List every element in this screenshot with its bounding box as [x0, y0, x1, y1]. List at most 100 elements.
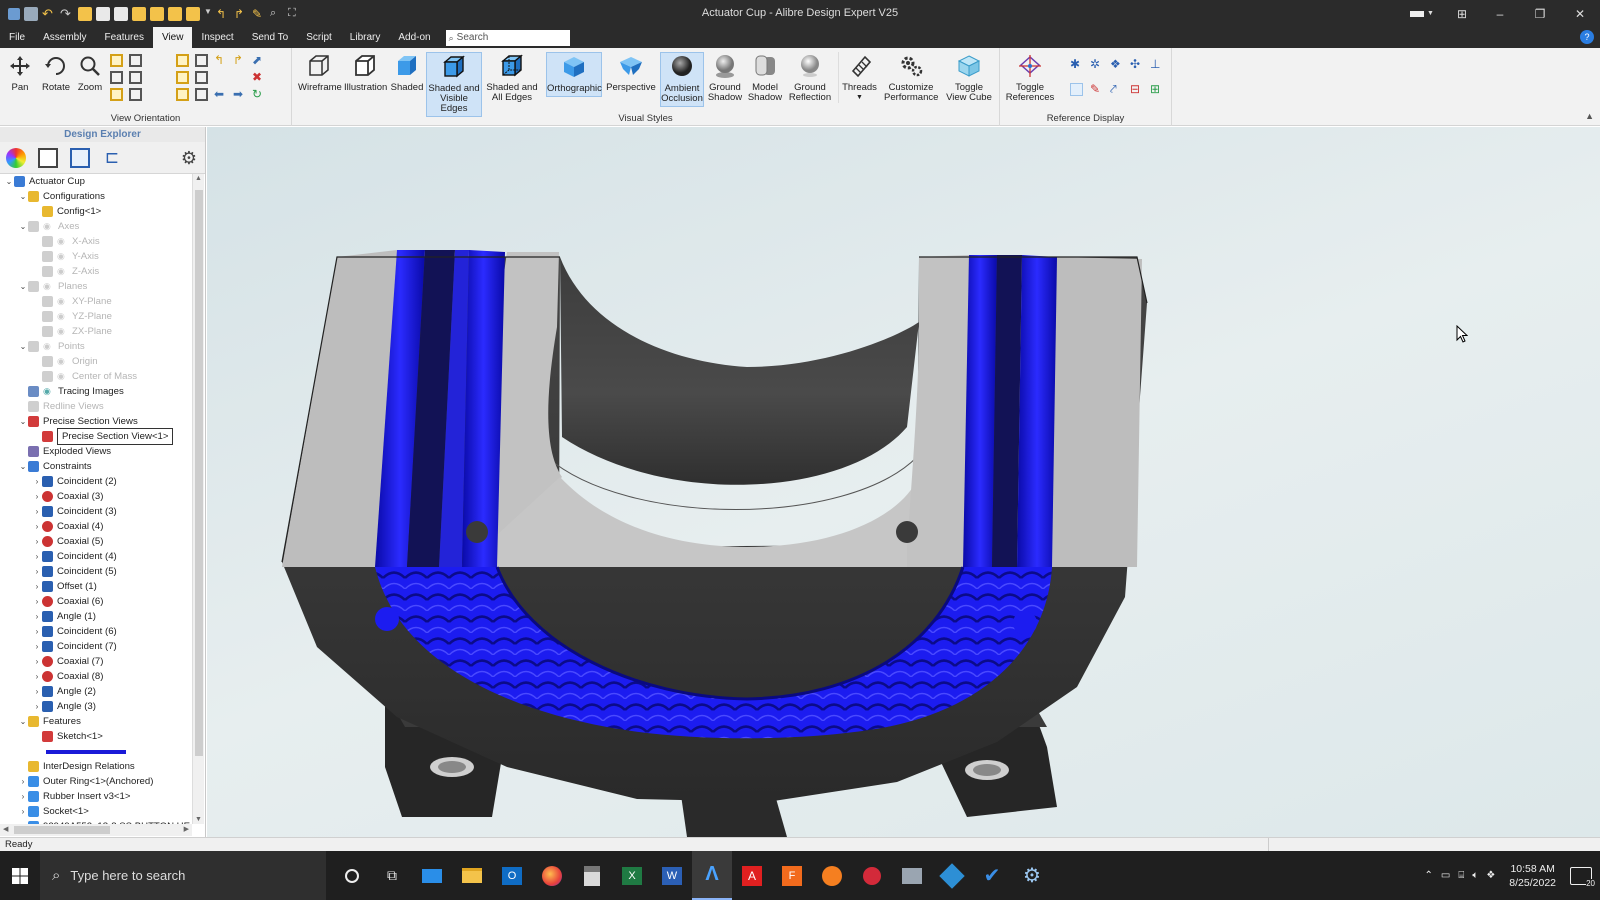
- tree-node[interactable]: ⌄ Configurations: [0, 189, 192, 204]
- word-icon[interactable]: W: [652, 851, 692, 900]
- tree-node[interactable]: ⌄ Actuator Cup: [0, 174, 192, 189]
- left-view-icon[interactable]: [110, 71, 123, 84]
- expand-chevron-icon[interactable]: ›: [32, 639, 42, 654]
- dimension-visible-icon[interactable]: ⊟: [1130, 83, 1143, 96]
- tree-node[interactable]: Exploded Views: [0, 444, 192, 459]
- dropdown-icon[interactable]: ▼: [204, 7, 212, 21]
- expand-chevron-icon[interactable]: ›: [32, 609, 42, 624]
- tree-node[interactable]: › Coincident (5): [0, 564, 192, 579]
- tab-inspect[interactable]: Inspect: [192, 27, 242, 48]
- collapse-chevron-icon[interactable]: ⌄: [18, 414, 28, 429]
- tree-structure-icon[interactable]: ⊏: [102, 148, 122, 168]
- collapse-chevron-icon[interactable]: ⌄: [18, 279, 28, 294]
- visibility-eye-icon[interactable]: ◉: [57, 251, 68, 262]
- tree-node[interactable]: ⌄ Features: [0, 714, 192, 729]
- custom-view-icon[interactable]: [176, 88, 189, 101]
- cube-app-icon[interactable]: [932, 851, 972, 900]
- notifications-icon[interactable]: 20: [1570, 866, 1595, 888]
- tree-node[interactable]: › Outer Ring<1>(Anchored): [0, 774, 192, 789]
- fusion-app-icon[interactable]: F: [772, 851, 812, 900]
- sketches-toggle-icon[interactable]: ✣: [1130, 58, 1143, 71]
- expand-chevron-icon[interactable]: ›: [32, 489, 42, 504]
- expand-chevron-icon[interactable]: ›: [32, 624, 42, 639]
- tree-node[interactable]: › Coincident (2): [0, 474, 192, 489]
- top-view-icon[interactable]: [110, 88, 123, 101]
- collapse-chevron-icon[interactable]: ⌄: [4, 174, 14, 189]
- start-button[interactable]: [0, 851, 40, 900]
- tree-node[interactable]: ⌄ ◉ Points: [0, 339, 192, 354]
- close-button[interactable]: ✕: [1560, 0, 1600, 27]
- file-manager-icon[interactable]: [892, 851, 932, 900]
- zoom-fit-icon[interactable]: ⌕: [270, 7, 284, 21]
- axes-visible-icon[interactable]: [1070, 83, 1083, 96]
- constraint-icon[interactable]: [150, 6, 164, 21]
- save-icon[interactable]: [24, 6, 38, 21]
- rotate-right-icon[interactable]: ➡: [233, 88, 246, 101]
- properties-icon[interactable]: [38, 147, 58, 168]
- scroll-down-icon[interactable]: ▼: [195, 816, 202, 823]
- curves-visible-icon[interactable]: ⤤: [1110, 83, 1123, 96]
- 3d-viewport[interactable]: [207, 127, 1600, 837]
- tree-node[interactable]: Precise Section View<1>: [0, 428, 192, 445]
- rotate-button[interactable]: Rotate: [40, 52, 72, 93]
- excel-icon[interactable]: X: [612, 851, 652, 900]
- tree-node[interactable]: › Offset (1): [0, 579, 192, 594]
- planes-toggle-icon[interactable]: ✲: [1090, 58, 1103, 71]
- ribbon-search-input[interactable]: ⌕ Search: [445, 29, 570, 46]
- visibility-eye-icon[interactable]: ◉: [43, 221, 54, 232]
- scroll-thumb[interactable]: [195, 190, 203, 756]
- tree-node[interactable]: ◉ ZX-Plane: [0, 324, 192, 339]
- ground-reflection-button[interactable]: Ground Reflection: [786, 52, 834, 103]
- tree-node[interactable]: › Coincident (7): [0, 639, 192, 654]
- scroll-right-icon[interactable]: ▶: [184, 825, 189, 833]
- tree-vertical-scrollbar[interactable]: ▲ ▼: [192, 174, 204, 824]
- tree-node[interactable]: Sketch<1>: [0, 729, 192, 744]
- alibre-design-icon[interactable]: Λ: [692, 851, 732, 900]
- tray-expand-icon[interactable]: ⌃: [1424, 870, 1432, 881]
- pan-button[interactable]: Pan: [6, 52, 34, 93]
- shaded-all-edges-button[interactable]: Shaded and All Edges: [486, 52, 538, 103]
- wireframe-button[interactable]: Wireframe: [298, 52, 342, 93]
- tab-view[interactable]: View: [152, 27, 193, 48]
- settings-app-icon[interactable]: ⚙: [1012, 851, 1052, 900]
- new-assembly-icon[interactable]: [96, 6, 110, 21]
- expand-chevron-icon[interactable]: ›: [32, 474, 42, 489]
- task-view-icon[interactable]: ⧉: [372, 851, 412, 900]
- front-view-icon[interactable]: [110, 54, 123, 67]
- expand-chevron-icon[interactable]: ›: [32, 654, 42, 669]
- constraint-visible-icon[interactable]: ⊞: [1150, 83, 1163, 96]
- model-shadow-button[interactable]: Model Shadow: [746, 52, 784, 103]
- visibility-eye-icon[interactable]: ◉: [43, 386, 54, 397]
- tree-node[interactable]: InterDesign Relations: [0, 759, 192, 774]
- tree-node[interactable]: ◉ Origin: [0, 354, 192, 369]
- open-icon[interactable]: [114, 6, 128, 21]
- visibility-eye-icon[interactable]: ◉: [57, 266, 68, 277]
- help-icon[interactable]: ?: [1580, 30, 1594, 44]
- firefox-icon[interactable]: [532, 851, 572, 900]
- tree-node[interactable]: Redline Views: [0, 399, 192, 414]
- rotate-left-icon[interactable]: ⬅: [214, 88, 227, 101]
- expand-chevron-icon[interactable]: ›: [32, 699, 42, 714]
- network-icon[interactable]: ⌸: [1458, 870, 1464, 881]
- tree-node[interactable]: › Coincident (6): [0, 624, 192, 639]
- tree-node[interactable]: › Angle (2): [0, 684, 192, 699]
- view-to-plane-icon[interactable]: [195, 54, 208, 67]
- visibility-eye-icon[interactable]: ◉: [57, 296, 68, 307]
- cortana-icon[interactable]: [332, 851, 372, 900]
- tree-node[interactable]: › Coaxial (8): [0, 669, 192, 684]
- red-app-icon[interactable]: [852, 851, 892, 900]
- tree-node[interactable]: ⌄ Precise Section Views: [0, 414, 192, 429]
- iso-view-icon[interactable]: [176, 54, 189, 67]
- color-wheel-icon[interactable]: [6, 147, 26, 168]
- zoom-button[interactable]: Zoom: [76, 52, 104, 93]
- toggle-view-cube-button[interactable]: Toggle View Cube: [944, 52, 994, 103]
- expand-chevron-icon[interactable]: ›: [32, 534, 42, 549]
- expand-chevron-icon[interactable]: ›: [32, 519, 42, 534]
- todo-app-icon[interactable]: ✔: [972, 851, 1012, 900]
- taskbar-search-input[interactable]: ⌕ Type here to search: [40, 851, 326, 900]
- taskbar-clock[interactable]: 10:58 AM 8/25/2022: [1509, 862, 1556, 890]
- visibility-eye-icon[interactable]: ◉: [57, 311, 68, 322]
- dimetric-view-icon[interactable]: [176, 71, 189, 84]
- dropbox-icon[interactable]: ❖: [1486, 870, 1495, 881]
- file-explorer-icon[interactable]: [452, 851, 492, 900]
